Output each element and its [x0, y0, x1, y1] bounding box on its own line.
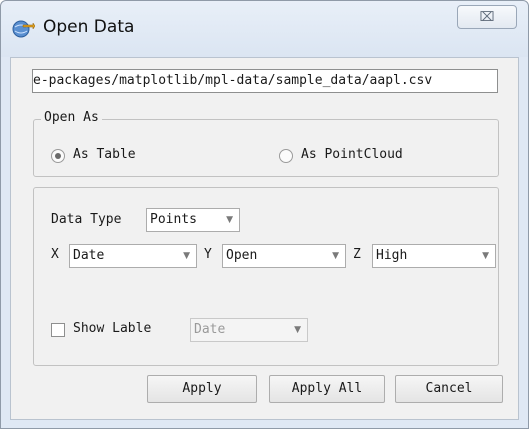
file-path-input[interactable]: e-packages/matplotlib/mpl-data/sample_da… — [32, 69, 498, 93]
close-icon: ⌧ — [479, 9, 495, 25]
y-column-select[interactable]: Open ▼ — [222, 244, 346, 268]
file-path-text: e-packages/matplotlib/mpl-data/sample_da… — [33, 73, 433, 88]
cancel-button[interactable]: Cancel — [395, 375, 503, 403]
close-button[interactable]: ⌧ — [457, 5, 517, 29]
z-axis-label: Z — [353, 247, 361, 262]
z-column-value: High — [376, 248, 408, 263]
app-globe-icon — [12, 20, 35, 38]
y-column-value: Open — [226, 248, 258, 263]
apply-all-button[interactable]: Apply All — [269, 375, 385, 403]
open-as-legend: Open As — [41, 110, 102, 125]
show-label-checkbox[interactable] — [51, 323, 65, 337]
data-type-label: Data Type — [51, 212, 122, 227]
as-table-label[interactable]: As Table — [73, 147, 136, 162]
x-column-value: Date — [73, 248, 105, 263]
show-label-select: Date ▼ — [190, 318, 308, 342]
dialog-title: Open Data — [43, 17, 135, 37]
as-pointcloud-radio[interactable] — [279, 149, 293, 163]
data-type-select[interactable]: Points ▼ — [146, 208, 240, 232]
as-pointcloud-label[interactable]: As PointCloud — [301, 147, 403, 162]
chevron-down-icon: ▼ — [226, 215, 233, 225]
show-label-text[interactable]: Show Lable — [73, 321, 151, 336]
as-table-radio[interactable] — [51, 149, 65, 163]
title-bar[interactable]: Open Data ⌧ — [1, 1, 528, 57]
show-label-value: Date — [194, 322, 226, 337]
x-column-select[interactable]: Date ▼ — [69, 244, 197, 268]
apply-button[interactable]: Apply — [147, 375, 257, 403]
data-type-value: Points — [150, 212, 197, 227]
chevron-down-icon: ▼ — [183, 251, 190, 261]
y-axis-label: Y — [204, 247, 212, 262]
chevron-down-icon: ▼ — [482, 251, 489, 261]
chevron-down-icon: ▼ — [332, 251, 339, 261]
x-axis-label: X — [51, 247, 59, 262]
chevron-down-icon: ▼ — [294, 325, 301, 335]
z-column-select[interactable]: High ▼ — [372, 244, 496, 268]
